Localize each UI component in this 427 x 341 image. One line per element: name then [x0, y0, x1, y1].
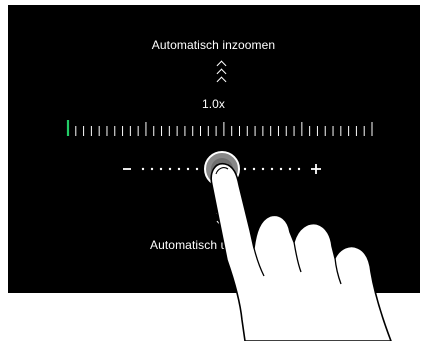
slider-dot	[159, 167, 163, 171]
slider-dot	[186, 167, 190, 171]
hand-shape	[210, 162, 392, 341]
zoom-value: 1.0x	[201, 97, 226, 111]
slider-dot	[150, 167, 154, 171]
zoom-in-label: Automatisch inzoomen	[151, 38, 276, 52]
slider-dot	[177, 167, 181, 171]
zoom-gesture-illustration: Automatisch inzoomen 1.0x Automatisch ui…	[0, 0, 427, 341]
pointing-finger-icon	[190, 150, 427, 341]
zoom-ruler[interactable]	[60, 118, 380, 138]
zoom-ruler-ticks	[66, 120, 373, 136]
slider-dot	[168, 167, 172, 171]
slider-dot	[141, 167, 145, 171]
